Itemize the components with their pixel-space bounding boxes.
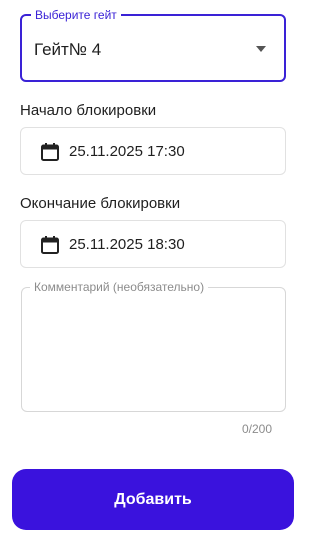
gate-select[interactable]: Выберите гейт Гейт№ 4 (20, 7, 286, 82)
comment-textarea[interactable]: Комментарий (необязательно) (21, 280, 286, 412)
block-end-field[interactable]: 25.11.2025 18:30 (20, 220, 286, 268)
block-gate-form: Выберите гейт Гейт№ 4 Начало блокировки … (0, 0, 309, 536)
add-button-label: Добавить (114, 490, 192, 508)
block-start-label: Начало блокировки (20, 102, 157, 119)
add-button[interactable]: Добавить (12, 469, 294, 530)
chevron-down-icon[interactable] (256, 46, 266, 52)
comment-label: Комментарий (необязательно) (30, 280, 209, 295)
comment-char-counter: 0/200 (241, 422, 272, 436)
block-start-field[interactable]: 25.11.2025 17:30 (20, 127, 286, 175)
gate-select-value: Гейт№ 4 (34, 40, 102, 59)
calendar-icon (41, 236, 59, 254)
gate-select-label: Выберите гейт (31, 7, 121, 23)
block-end-label: Окончание блокировки (20, 195, 181, 212)
block-end-value: 25.11.2025 18:30 (69, 236, 185, 253)
calendar-icon (41, 143, 59, 161)
block-start-value: 25.11.2025 17:30 (69, 143, 185, 160)
